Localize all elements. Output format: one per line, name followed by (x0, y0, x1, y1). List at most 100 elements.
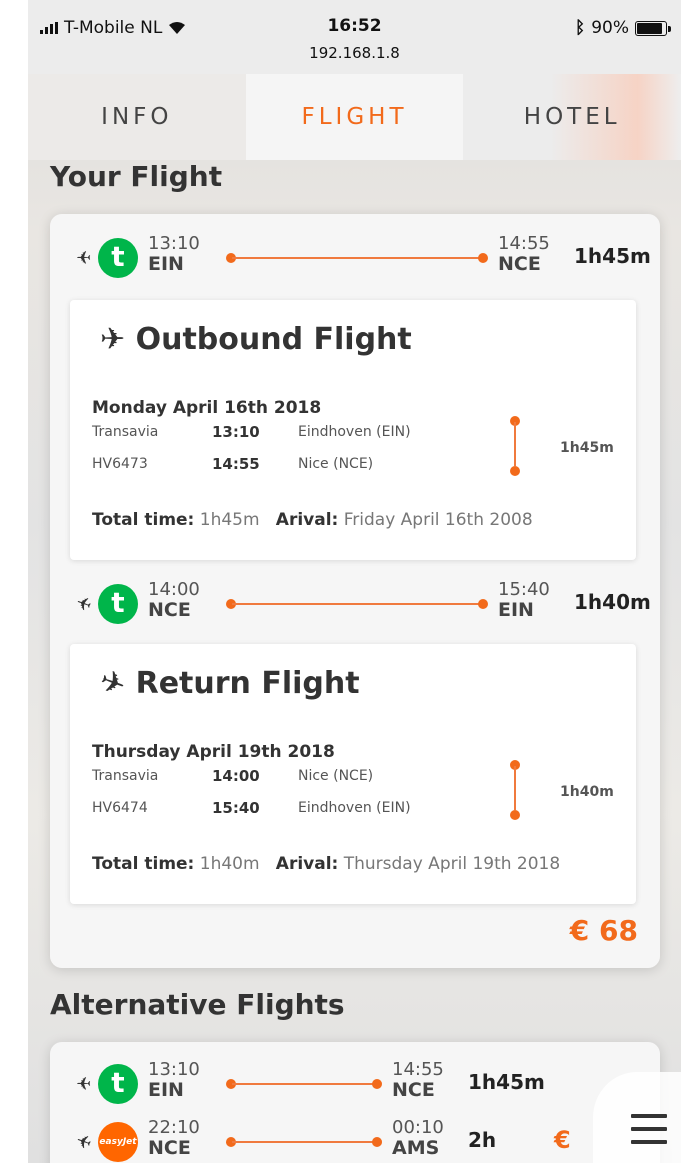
departure-time: 13:10 (212, 423, 260, 441)
tab-flight[interactable]: FLIGHT (245, 74, 464, 160)
total-time-label: Total time: (92, 854, 195, 874)
transavia-logo-icon: t (98, 584, 138, 624)
outbound-detail-card: ✈ Outbound Flight Monday April 16th 2018… (70, 300, 636, 560)
transavia-logo-icon: t (98, 238, 138, 278)
return-title-text: Return Flight (135, 666, 360, 701)
battery-percent: 90% (591, 18, 629, 38)
outbound-date: Monday April 16th 2018 (92, 398, 322, 418)
arrival-code: NCE (498, 253, 541, 275)
flight-duration: 1h40m (574, 590, 651, 614)
departure-code: NCE (148, 1137, 191, 1159)
departure: 13:10 EIN (148, 1059, 200, 1101)
plane-icon: ✈ (100, 322, 126, 357)
route-end-dot (372, 1079, 382, 1089)
route-line (232, 1083, 376, 1085)
departure-code: EIN (148, 253, 184, 275)
alternative-row[interactable]: ✈ t 13:10 EIN 14:55 NCE 1h45m (50, 1056, 660, 1112)
airline-name: Transavia (92, 768, 159, 784)
plane-departure-icon: ✈ (76, 1074, 92, 1095)
arrival-airport: Nice (NCE) (298, 456, 374, 472)
flight-number: HV6473 (92, 456, 148, 472)
departure-time: 13:10 (148, 1059, 200, 1080)
departure-time: 14:00 (212, 767, 260, 785)
arrival: 00:10 AMS (392, 1117, 444, 1159)
timeline-line (514, 766, 516, 810)
phone-screen: T-Mobile NL 16:52 192.168.1.8 ᛒ 90% INFO… (28, 0, 681, 1163)
departure-code: NCE (148, 599, 191, 621)
return-totals: Total time: 1h40m Arival: Thursday April… (92, 854, 560, 874)
arrival: 15:40 EIN (498, 579, 550, 621)
outbound-title-text: Outbound Flight (135, 322, 412, 357)
departure: 22:10 NCE (148, 1117, 200, 1159)
airline-name: Transavia (92, 424, 159, 440)
plane-landing-icon: ✈ (94, 662, 131, 705)
timeline-end-dot (510, 810, 520, 820)
departure-time: 22:10 (148, 1117, 200, 1138)
battery-icon (635, 20, 671, 36)
plane-landing-icon: ✈ (72, 1130, 95, 1155)
return-date: Thursday April 19th 2018 (92, 742, 335, 762)
return-title: ✈ Return Flight (95, 663, 360, 704)
arrival-code: NCE (392, 1079, 435, 1101)
tab-hotel[interactable]: HOTEL (463, 74, 681, 160)
arrival-time: 14:55 (392, 1059, 444, 1080)
departure: 14:00 NCE (148, 579, 200, 621)
your-flight-title: Your Flight (50, 160, 223, 193)
return-detail-card: ✈ Return Flight Thursday April 19th 2018… (70, 644, 636, 904)
flight-duration: 2h (468, 1128, 497, 1152)
departure-airport: Eindhoven (EIN) (298, 424, 411, 440)
total-time-label: Total time: (92, 510, 195, 530)
arrival-value: Friday April 16th 2008 (343, 510, 533, 530)
arrival: 14:55 NCE (392, 1059, 444, 1101)
transavia-logo-icon: t (98, 1064, 138, 1104)
departure: 13:10 EIN (148, 233, 200, 275)
hamburger-menu-icon[interactable] (631, 1114, 667, 1144)
departure-airport: Nice (NCE) (298, 768, 374, 784)
route-end-dot (478, 599, 488, 609)
status-bar: T-Mobile NL 16:52 192.168.1.8 ᛒ 90% (28, 0, 681, 74)
page-url[interactable]: 192.168.1.8 (28, 44, 681, 62)
arrival-code: AMS (392, 1137, 440, 1159)
tab-info[interactable]: INFO (28, 74, 246, 160)
outbound-summary-row[interactable]: ✈ t 13:10 EIN 14:55 NCE 1h45m (50, 230, 660, 286)
arrival-time: 00:10 (392, 1117, 444, 1138)
plane-departure-icon: ✈ (76, 248, 92, 269)
departure-time: 14:00 (148, 579, 200, 600)
alternative-flights-card: ✈ t 13:10 EIN 14:55 NCE 1h45m ✈ easyJet … (50, 1042, 660, 1163)
flight-price: € (554, 1126, 571, 1154)
arrival-label: Arival: (275, 510, 339, 530)
arrival-time: 14:55 (212, 455, 260, 473)
arrival-time: 15:40 (212, 799, 260, 817)
plane-landing-icon: ✈ (72, 592, 95, 617)
tab-bar: INFO FLIGHT HOTEL (28, 74, 681, 160)
detail-duration: 1h45m (560, 440, 614, 456)
flight-duration: 1h45m (574, 244, 651, 268)
return-summary-row[interactable]: ✈ t 14:00 NCE 15:40 EIN 1h40m (50, 576, 660, 632)
total-time-value: 1h40m (199, 854, 260, 874)
arrival-code: EIN (498, 599, 534, 621)
departure-code: EIN (148, 1079, 184, 1101)
route-line (232, 257, 482, 259)
timeline-line (514, 422, 516, 466)
route-end-dot (478, 253, 488, 263)
flight-number: HV6474 (92, 800, 148, 816)
detail-duration: 1h40m (560, 784, 614, 800)
arrival-label: Arival: (275, 854, 339, 874)
total-time-value: 1h45m (199, 510, 260, 530)
arrival-value: Thursday April 19th 2018 (343, 854, 561, 874)
outbound-totals: Total time: 1h45m Arival: Friday April 1… (92, 510, 533, 530)
bluetooth-icon: ᛒ (575, 18, 586, 38)
arrival-airport: Eindhoven (EIN) (298, 800, 411, 816)
alternative-flights-title: Alternative Flights (50, 988, 345, 1021)
total-price: € 68 (569, 914, 638, 947)
arrival-time: 14:55 (498, 233, 550, 254)
route-line (232, 603, 482, 605)
arrival: 14:55 NCE (498, 233, 550, 275)
route-end-dot (372, 1137, 382, 1147)
departure-time: 13:10 (148, 233, 200, 254)
arrival-time: 15:40 (498, 579, 550, 600)
battery-area: ᛒ 90% (575, 18, 671, 38)
timeline-end-dot (510, 466, 520, 476)
alternative-row[interactable]: ✈ easyJet 22:10 NCE 00:10 AMS 2h € (50, 1114, 660, 1163)
route-line (232, 1141, 376, 1143)
